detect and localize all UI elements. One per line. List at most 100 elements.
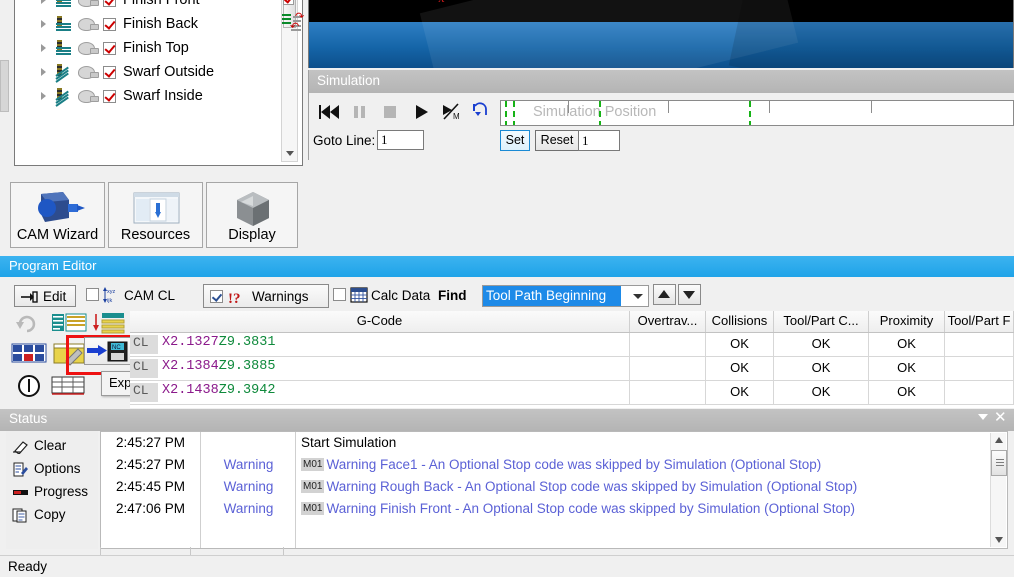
- goto-line-label: Goto Line:: [313, 133, 376, 148]
- sim-tick-green: [505, 101, 507, 125]
- warnings-toggle[interactable]: !? Warnings: [203, 284, 329, 308]
- edit-button[interactable]: Edit: [14, 285, 76, 307]
- export-gcode-button[interactable]: NC: [84, 337, 131, 365]
- tree-top-checkbox[interactable]: [283, 0, 294, 5]
- scroll-up-icon[interactable]: [995, 437, 1003, 443]
- tool-icon: [76, 87, 99, 105]
- status-panel-title: Status: [0, 409, 1014, 431]
- find-previous-button[interactable]: [653, 284, 676, 305]
- scroll-down-icon[interactable]: [995, 537, 1003, 543]
- play-icon: [416, 105, 428, 119]
- operations-tree-list[interactable]: Rough BackRough FrontAdaptive TopFinish …: [16, 0, 301, 164]
- cell-overtravel: [630, 333, 706, 356]
- find-combo[interactable]: Tool Path Beginning: [482, 285, 649, 307]
- close-icon[interactable]: ✕: [994, 410, 1008, 426]
- expand-arrow-icon[interactable]: [38, 41, 52, 55]
- camcl-checkbox[interactable]: [86, 288, 99, 301]
- gcode-row[interactable]: CL X2.1438Z9.3942 OK OK OK: [130, 381, 1014, 405]
- status-message-text: Warning Finish Front - An Optional Stop …: [326, 501, 855, 516]
- tree-item-swarf-outside[interactable]: Swarf Outside: [16, 60, 301, 84]
- xyz-ijk-icon: xyz ijk: [103, 287, 116, 304]
- display-button[interactable]: Display: [206, 182, 298, 248]
- chevron-down-icon[interactable]: [633, 294, 643, 299]
- cell-toolpart-f: [945, 333, 1014, 356]
- copy-button[interactable]: Copy: [10, 504, 66, 527]
- m-code-badge: M01: [301, 480, 325, 493]
- swarf-op-icon: [54, 87, 74, 107]
- tree-item-finish-top[interactable]: Finish Top: [16, 36, 301, 60]
- gcode-row[interactable]: CL X2.1384Z9.3885 OK OK OK: [130, 357, 1014, 381]
- chevron-down-icon[interactable]: [978, 414, 988, 420]
- column-header-gcode[interactable]: G-Code: [130, 311, 630, 332]
- sim-loop-button[interactable]: [468, 101, 494, 123]
- tool-icon: [76, 0, 99, 9]
- cell-collisions: OK: [706, 357, 774, 380]
- sim-rewind-button[interactable]: [316, 101, 342, 123]
- import-list-icon[interactable]: [92, 311, 130, 337]
- operations-tree-panel[interactable]: Rough BackRough FrontAdaptive TopFinish …: [14, 0, 303, 166]
- column-header-collisions[interactable]: Collisions: [706, 311, 774, 332]
- column-header-proximity[interactable]: Proximity: [869, 311, 945, 332]
- status-scroll-thumb[interactable]: [991, 450, 1007, 476]
- expand-arrow-icon[interactable]: [38, 17, 52, 31]
- sim-pause-button[interactable]: [347, 101, 373, 123]
- compare-lists-icon[interactable]: [50, 311, 88, 337]
- resources-label: Resources: [120, 227, 191, 243]
- gcode-row[interactable]: CL X2.1327Z9.3831 OK OK OK: [130, 333, 1014, 357]
- simulation-value-input[interactable]: [578, 130, 620, 151]
- status-time: 2:47:06 PM: [115, 501, 186, 516]
- find-next-button[interactable]: [678, 284, 701, 305]
- mode-button-bar: CAM Wizard Resources Display: [10, 182, 300, 248]
- milling-op-icon: [54, 0, 74, 9]
- clear-button[interactable]: Clear: [10, 435, 66, 458]
- 3d-viewport[interactable]: Y Z X: [308, 0, 1014, 68]
- warnings-checkbox[interactable]: [210, 290, 223, 303]
- status-vertical-scrollbar[interactable]: [990, 433, 1007, 547]
- swarf-op-icon: [54, 63, 74, 83]
- m-code-badge: M01: [301, 502, 325, 515]
- tree-item-checkbox[interactable]: [103, 41, 116, 55]
- spreadsheet-icon[interactable]: [50, 373, 88, 399]
- progress-button[interactable]: Progress: [10, 481, 88, 504]
- grid-table-icon: [350, 287, 368, 303]
- sim-stop-button[interactable]: [377, 101, 403, 123]
- statusbar-divider: [283, 547, 284, 555]
- gcode-grid-header: G-Code Overtrav... Collisions Tool/Part …: [130, 311, 1014, 333]
- cl-sync-icon[interactable]: ↶ ↷: [282, 12, 304, 34]
- set-button[interactable]: Set: [500, 130, 530, 151]
- status-log-list[interactable]: 2:45:27 PM 2:45:27 PM 2:45:45 PM 2:47:06 PM…: [100, 431, 1008, 549]
- tree-item-checkbox[interactable]: [103, 65, 116, 79]
- edit-label: Edit: [43, 289, 67, 304]
- tree-item-finish-back[interactable]: Finish Back: [16, 12, 301, 36]
- error-stop-icon[interactable]: [16, 373, 54, 399]
- resources-button[interactable]: Resources: [108, 182, 203, 248]
- simulation-position-slider[interactable]: Simulation Position: [500, 100, 1014, 126]
- left-edge-splitter[interactable]: [0, 60, 9, 112]
- expand-arrow-icon[interactable]: [38, 89, 52, 103]
- sync-icon[interactable]: [12, 311, 50, 337]
- tree-item-checkbox[interactable]: [103, 0, 116, 7]
- goto-line-input[interactable]: [377, 130, 424, 150]
- sim-step-button[interactable]: M: [438, 101, 464, 123]
- tree-item-checkbox[interactable]: [103, 89, 116, 103]
- status-time-column: 2:45:27 PM 2:45:27 PM 2:45:45 PM 2:47:06 PM: [101, 432, 201, 548]
- gcode-grid[interactable]: G-Code Overtrav... Collisions Tool/Part …: [130, 311, 1014, 408]
- column-header-toolpart-c[interactable]: Tool/Part C...: [774, 311, 869, 332]
- tree-item-swarf-inside[interactable]: Swarf Inside: [16, 84, 301, 108]
- tree-item-checkbox[interactable]: [103, 17, 116, 31]
- expand-arrow-icon[interactable]: [38, 0, 52, 7]
- calcdata-checkbox[interactable]: [333, 288, 346, 301]
- column-header-toolpart-f[interactable]: Tool/Part F: [945, 311, 1014, 332]
- tree-item-finish-front[interactable]: Finish Front: [16, 0, 301, 12]
- reset-button[interactable]: Reset: [535, 130, 579, 151]
- status-time: 2:45:27 PM: [115, 457, 186, 472]
- viewport-floor-gradient: [309, 22, 1013, 68]
- cam-wizard-button[interactable]: CAM Wizard: [10, 182, 105, 248]
- tree-scroll-down-icon[interactable]: [282, 145, 297, 161]
- column-header-overtravel[interactable]: Overtrav...: [630, 311, 706, 332]
- sim-play-button[interactable]: [408, 101, 434, 123]
- machine-table-icon[interactable]: [10, 341, 48, 367]
- options-button[interactable]: Options: [10, 458, 81, 481]
- expand-arrow-icon[interactable]: [38, 65, 52, 79]
- find-value[interactable]: Tool Path Beginning: [483, 286, 621, 306]
